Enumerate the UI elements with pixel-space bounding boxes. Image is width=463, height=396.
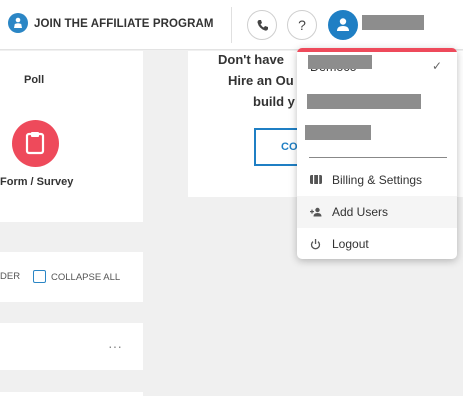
top-bar: JOIN THE AFFILIATE PROGRAM ? [0, 0, 463, 50]
more-options-icon[interactable]: ··· [108, 338, 122, 354]
user-icon [337, 18, 349, 31]
collapse-all-checkbox[interactable] [33, 270, 46, 283]
help-button[interactable]: ? [287, 10, 317, 40]
phone-icon [257, 20, 268, 31]
collapse-all-label[interactable]: COLLAPSE ALL [51, 272, 120, 283]
promo-cta-label: CO [281, 141, 298, 153]
dropdown-divider [309, 157, 447, 158]
poll-label[interactable]: Poll [24, 74, 44, 86]
power-icon [310, 239, 321, 250]
account-item-redacted[interactable] [305, 125, 371, 140]
account-name-redacted [308, 55, 372, 69]
add-users-item[interactable]: Add Users [297, 196, 457, 228]
user-name-redacted[interactable] [362, 15, 424, 30]
wallet-icon [310, 175, 322, 184]
account-dropdown: Democo ✓ Billing & Settings Add Users Lo… [297, 48, 457, 259]
form-survey-button[interactable] [12, 120, 59, 167]
promo-line-3: build y [253, 94, 295, 109]
divider [231, 7, 232, 43]
billing-settings-item[interactable]: Billing & Settings [297, 164, 457, 196]
avatar[interactable] [328, 10, 358, 40]
order-label[interactable]: DER [0, 271, 20, 282]
check-icon: ✓ [432, 59, 443, 73]
add-user-icon [310, 207, 322, 217]
form-survey-label[interactable]: Form / Survey [0, 176, 73, 188]
help-icon: ? [298, 17, 306, 33]
promo-line-2: Hire an Ou [228, 73, 294, 88]
phone-button[interactable] [247, 10, 277, 40]
add-users-label: Add Users [332, 205, 389, 219]
logout-item[interactable]: Logout [297, 228, 457, 259]
account-item-redacted[interactable] [307, 94, 421, 109]
list-item [0, 392, 143, 396]
dropdown-accent-bar [297, 48, 457, 52]
billing-settings-label: Billing & Settings [332, 173, 423, 187]
promo-line-1: Don't have [218, 52, 284, 67]
affiliate-icon[interactable] [8, 13, 28, 33]
clipboard-icon [25, 132, 45, 155]
logout-label: Logout [332, 237, 369, 251]
affiliate-link[interactable]: JOIN THE AFFILIATE PROGRAM [34, 18, 214, 30]
